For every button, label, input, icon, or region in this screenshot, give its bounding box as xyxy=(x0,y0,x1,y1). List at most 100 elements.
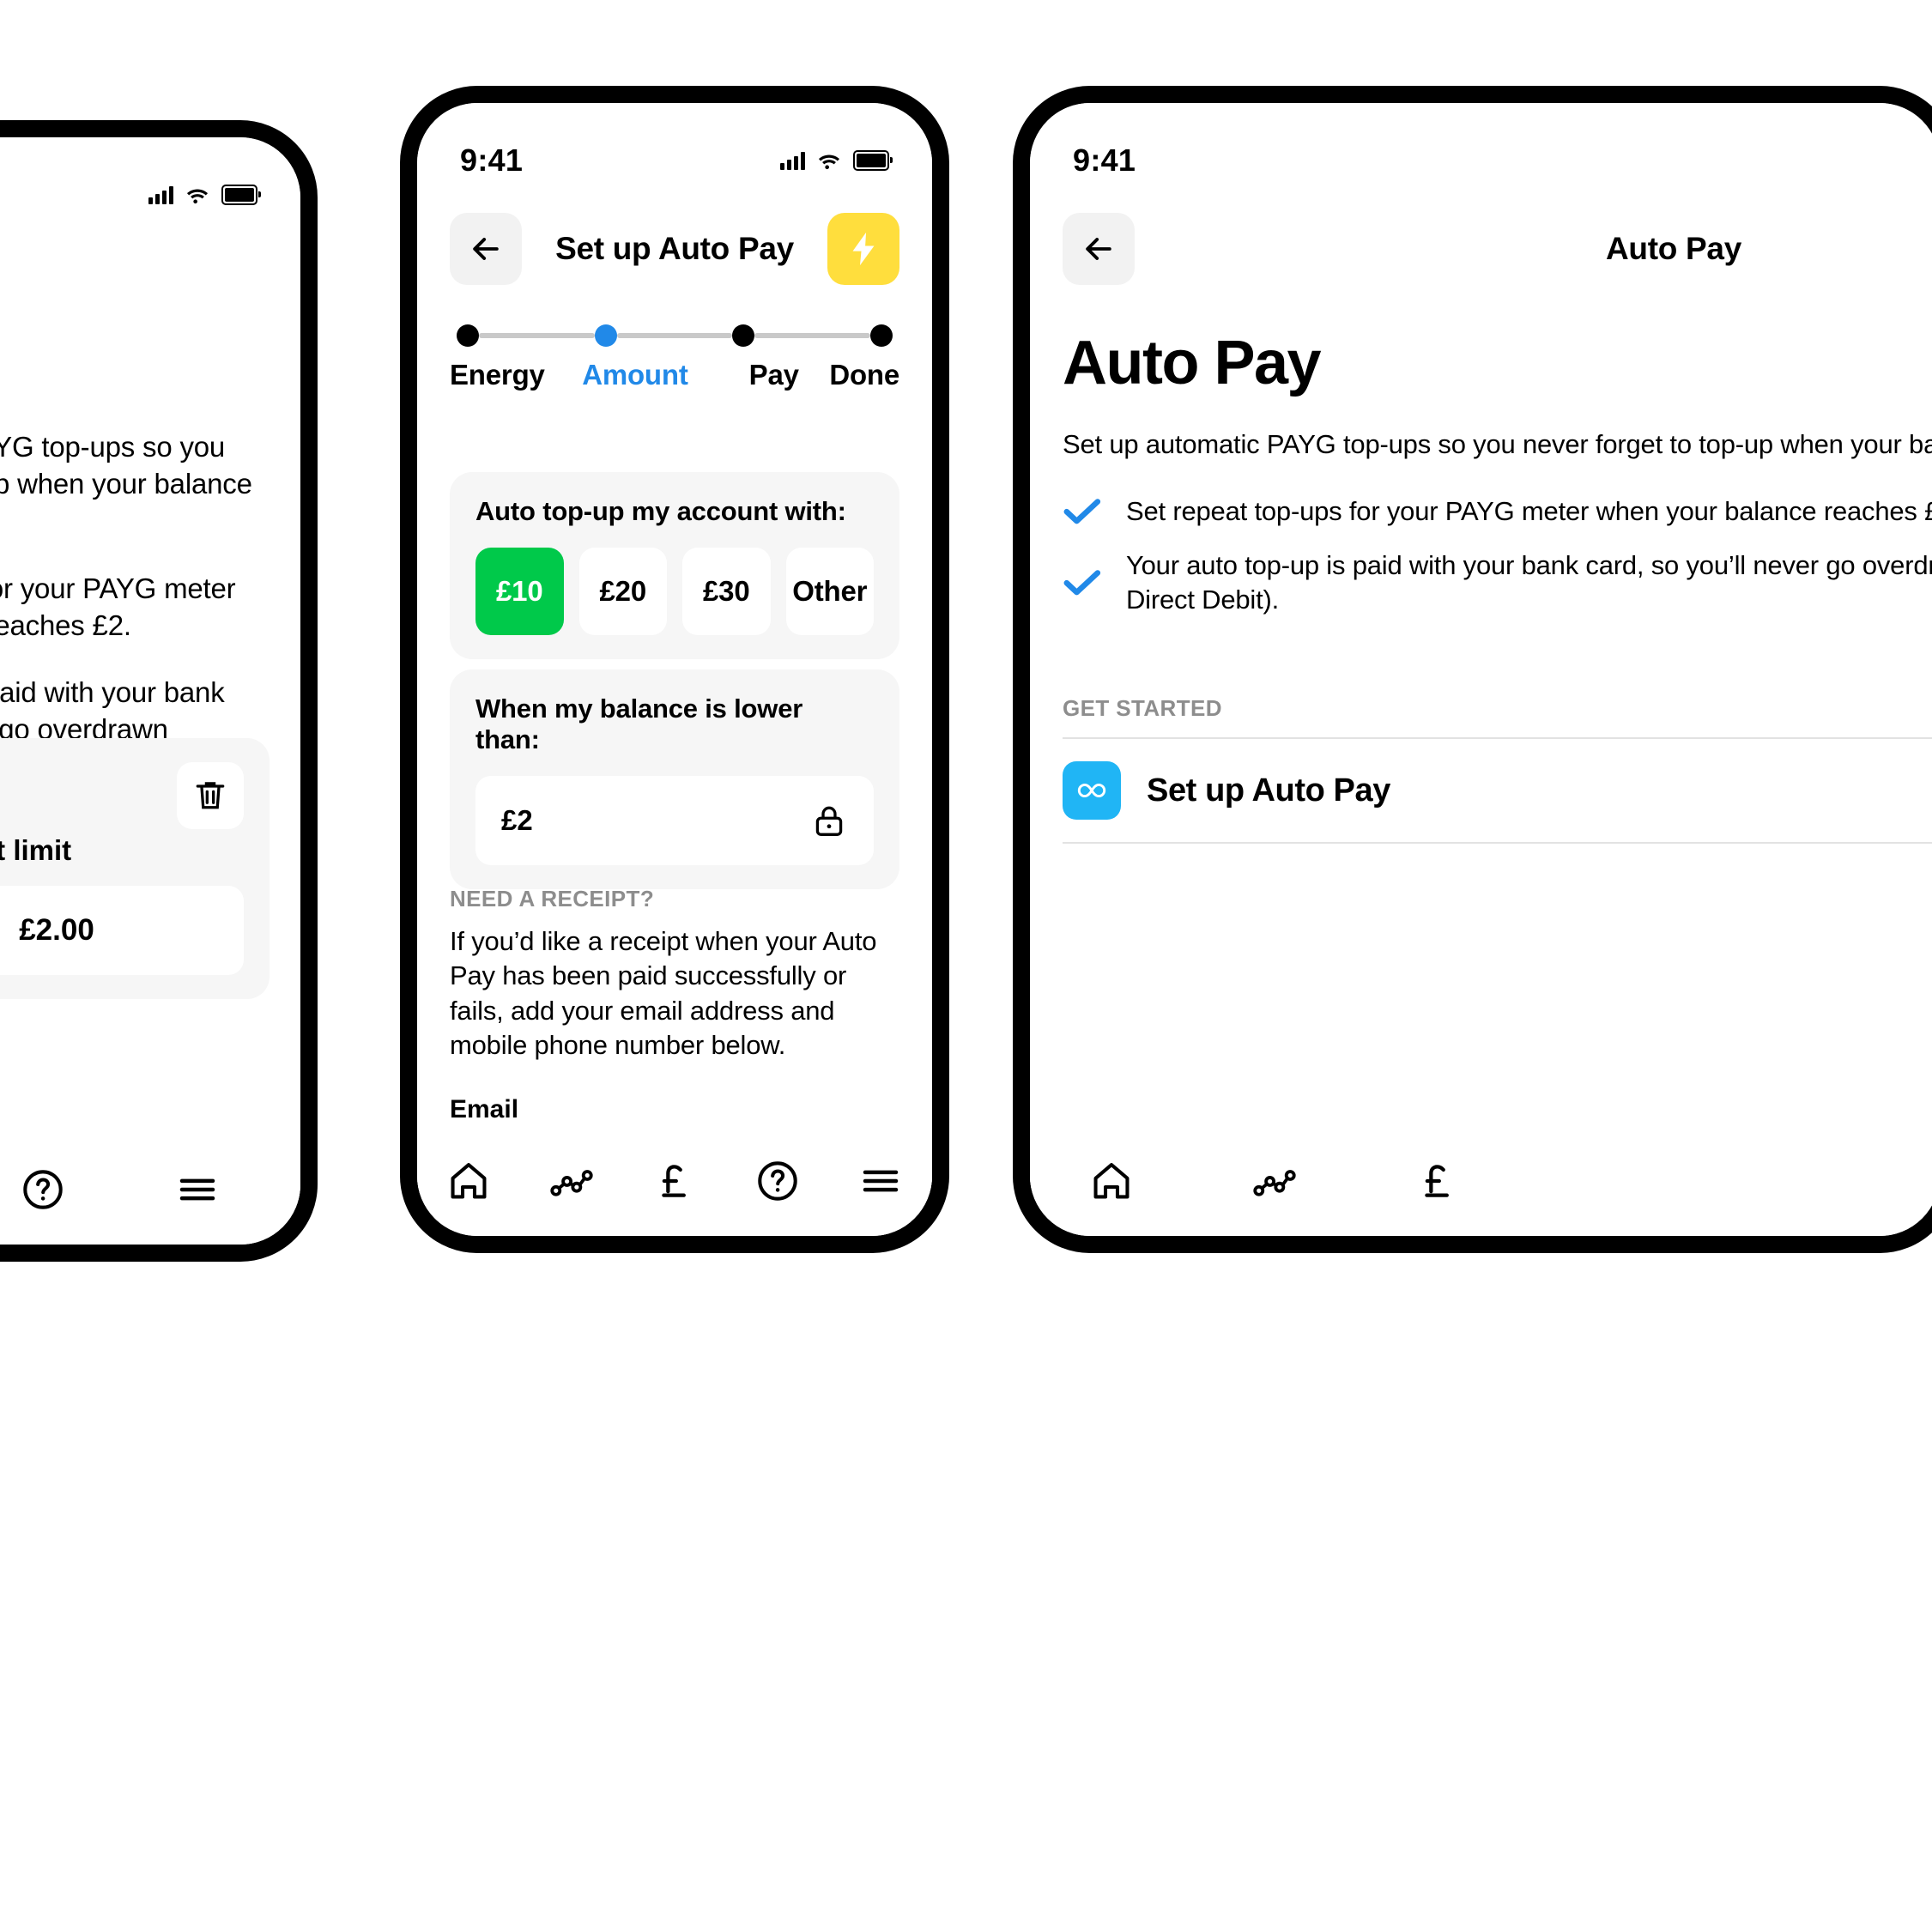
phone-center: 9:41 Set up Auto Pay Energy Amount Pay D… xyxy=(400,86,949,1253)
phone-left: Auto Pay Set up automatic PAYG top-ups s… xyxy=(0,120,318,1262)
step-label-amount: Amount xyxy=(582,359,688,391)
home-icon xyxy=(451,1163,487,1199)
amount-option-20[interactable]: £20 xyxy=(578,548,667,635)
usage-graph-icon xyxy=(550,1170,593,1196)
menu-icon xyxy=(863,1170,899,1192)
left-paragraph-1: Set up automatic PAYG top-ups so you nev… xyxy=(0,431,252,500)
trash-icon xyxy=(196,782,225,809)
credit-limit-value: £2.00 xyxy=(19,913,94,947)
right-body: Auto Pay Set up automatic PAYG top-ups s… xyxy=(1063,328,1932,617)
step-line-2 xyxy=(616,333,733,338)
left-paragraph-2: Set repeat top-ups for your PAYG meter w… xyxy=(0,572,236,641)
benefit-text: Set repeat top-ups for your PAYG meter w… xyxy=(1126,496,1932,527)
arrow-left-icon xyxy=(1086,238,1111,260)
left-status-icons xyxy=(148,185,261,205)
center-tabbar xyxy=(417,1126,932,1236)
tab-pay[interactable] xyxy=(1356,1158,1519,1204)
benefit-item: Set repeat top-ups for your PAYG meter w… xyxy=(1063,494,1932,529)
back-button[interactable] xyxy=(1063,213,1135,285)
usage-graph-icon xyxy=(1253,1170,1296,1196)
left-navbar: Auto Pay xyxy=(0,249,300,326)
check-icon xyxy=(1063,497,1102,526)
credit-limit-label: Credit limit xyxy=(0,834,72,866)
left-screen: Auto Pay Set up automatic PAYG top-ups s… xyxy=(0,137,300,1245)
center-screen: 9:41 Set up Auto Pay Energy Amount Pay D… xyxy=(417,103,932,1236)
delete-button[interactable] xyxy=(177,762,244,829)
benefit-item: Your auto top-up is paid with your bank … xyxy=(1063,548,1932,618)
battery-icon xyxy=(221,185,261,205)
tab-usage[interactable] xyxy=(520,1158,623,1204)
arrow-left-icon xyxy=(473,238,499,260)
threshold-card-title: When my balance is lower than: xyxy=(475,693,803,754)
amount-option-other[interactable]: Other xyxy=(785,548,874,635)
step-label-energy: Energy xyxy=(450,359,545,391)
help-icon xyxy=(23,1170,63,1209)
phone-right: 9:41 Auto Pay Auto Pay Set up automatic … xyxy=(1013,86,1932,1253)
boost-button[interactable] xyxy=(827,213,899,285)
center-navbar: Set up Auto Pay xyxy=(417,210,932,288)
amount-option-30[interactable]: £30 xyxy=(682,548,771,635)
step-line-3 xyxy=(754,333,871,338)
list-item-setup-auto-pay[interactable]: Set up Auto Pay xyxy=(1063,739,1932,842)
amount-card-title: Auto top-up my account with: xyxy=(475,496,846,526)
stepper-track xyxy=(450,324,899,347)
tab-usage[interactable] xyxy=(1193,1158,1356,1204)
step-label-pay: Pay xyxy=(748,359,799,391)
lightning-bolt-icon xyxy=(852,232,875,266)
tab-menu[interactable] xyxy=(829,1158,932,1204)
center-clock: 9:41 xyxy=(460,142,524,178)
left-page-title: Auto Pay xyxy=(0,270,300,306)
tab-home[interactable] xyxy=(417,1158,520,1204)
pound-icon xyxy=(1425,1165,1449,1197)
step-node-done[interactable] xyxy=(870,324,893,347)
signal-bars-icon xyxy=(148,185,173,204)
left-status-bar xyxy=(0,175,300,215)
list-item-label: Set up Auto Pay xyxy=(1147,772,1390,809)
step-node-energy[interactable] xyxy=(457,324,479,347)
right-heading: Auto Pay xyxy=(1063,329,1322,397)
pound-icon xyxy=(662,1165,686,1197)
section-header: GET STARTED xyxy=(1063,695,1222,721)
amount-option-10[interactable]: £10 xyxy=(475,548,564,635)
amount-options: £10 £20 £30 Other xyxy=(475,548,874,635)
benefit-text: Your auto top-up is paid with your bank … xyxy=(1126,549,1932,615)
email-label: Email xyxy=(450,1095,519,1124)
threshold-card: When my balance is lower than: £2 xyxy=(450,669,899,889)
credit-limit-value-field[interactable]: £2.00 xyxy=(0,886,244,975)
right-clock: 9:41 xyxy=(1073,142,1136,178)
center-status-icons xyxy=(780,150,893,171)
tab-help[interactable] xyxy=(726,1158,829,1204)
step-label-done: Done xyxy=(829,359,900,391)
receipt-eyebrow: NEED A RECEIPT? xyxy=(450,886,655,911)
step-node-pay[interactable] xyxy=(732,324,755,347)
stepper-labels: Energy Amount Pay Done xyxy=(450,359,899,391)
right-status-bar: 9:41 xyxy=(1030,141,1932,180)
left-tabbar xyxy=(0,1135,300,1245)
tab-pay[interactable] xyxy=(623,1158,726,1204)
right-tabbar xyxy=(1030,1126,1932,1236)
lock-icon xyxy=(815,806,843,836)
right-page-title: Auto Pay xyxy=(1606,231,1741,266)
check-icon xyxy=(1063,568,1102,597)
threshold-field: £2 xyxy=(475,776,874,865)
step-node-amount[interactable] xyxy=(594,324,617,347)
step-line-1 xyxy=(479,333,595,338)
infinity-icon xyxy=(1063,761,1121,820)
progress-stepper: Energy Amount Pay Done xyxy=(417,324,932,391)
signal-bars-icon xyxy=(780,151,805,170)
tab-help[interactable] xyxy=(0,1166,120,1213)
help-icon xyxy=(758,1161,797,1201)
center-status-bar: 9:41 xyxy=(417,141,932,180)
wifi-icon xyxy=(186,189,209,203)
get-started-section: GET STARTED Set up Auto Pay xyxy=(1063,695,1932,844)
right-navbar: Auto Pay xyxy=(1030,210,1932,288)
menu-icon xyxy=(179,1178,215,1201)
home-icon xyxy=(1093,1163,1130,1199)
credit-limit-card: Credit limit £2.00 xyxy=(0,738,270,999)
left-body: Set up automatic PAYG top-ups so you nev… xyxy=(0,429,270,785)
tab-home[interactable] xyxy=(1030,1158,1193,1204)
tab-menu[interactable] xyxy=(120,1166,275,1213)
threshold-value: £2 xyxy=(501,804,533,836)
back-button[interactable] xyxy=(450,213,522,285)
divider-bottom xyxy=(1063,842,1932,844)
